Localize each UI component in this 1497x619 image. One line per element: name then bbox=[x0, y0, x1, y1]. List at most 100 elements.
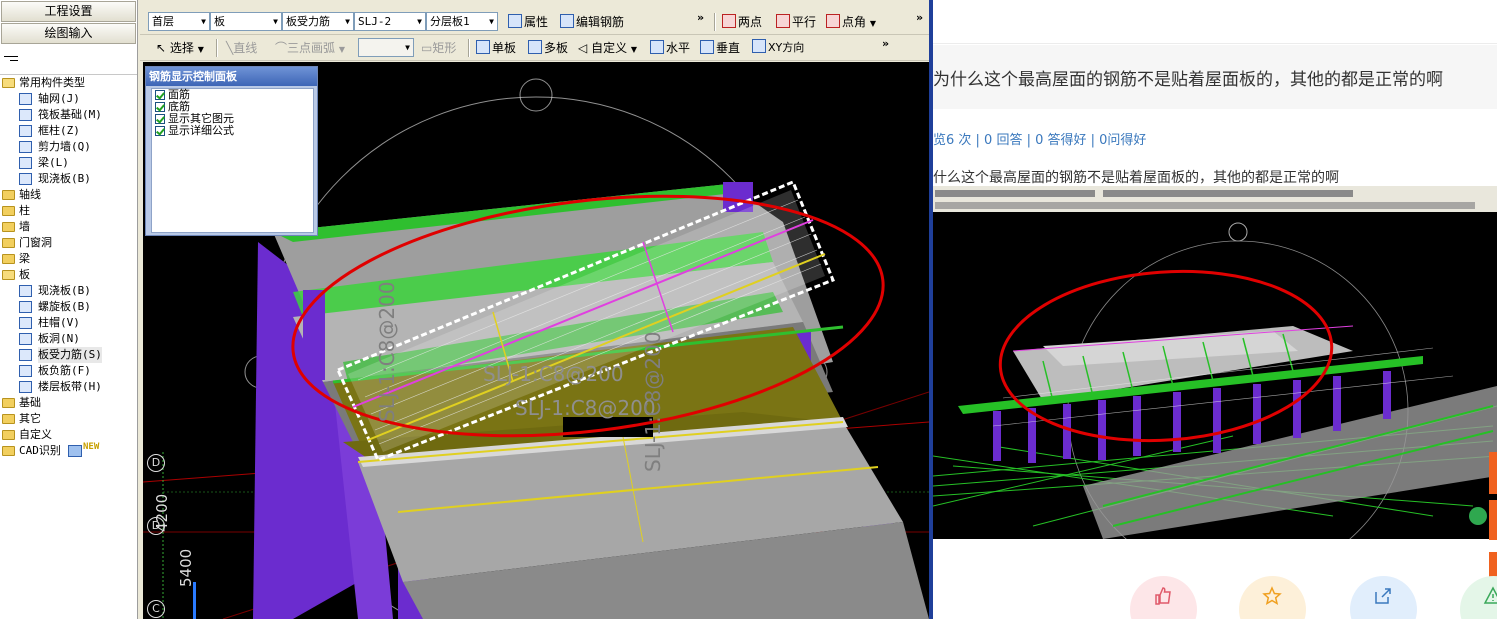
folder-icon bbox=[2, 254, 15, 264]
edit-rebar-button[interactable]: 编辑钢筋 bbox=[560, 13, 624, 31]
component-icon bbox=[19, 93, 32, 105]
question-attached-image[interactable] bbox=[933, 186, 1497, 539]
properties-label: 属性 bbox=[524, 15, 549, 29]
tree-item[interactable]: 现浇板(B) bbox=[0, 283, 137, 299]
tree-item[interactable]: 螺旋板(B) bbox=[0, 299, 137, 315]
folder-icon bbox=[2, 398, 15, 408]
tree-folder[interactable]: 常用构件类型 bbox=[0, 75, 137, 91]
component-sidebar: 工程设置 绘图输入 常用构件类型 轴网(J) 筏板基础(M) 框柱(Z) 剪力墙(Q) 梁… bbox=[0, 0, 138, 619]
tree-item-label: 板受力筋(S) bbox=[38, 347, 102, 363]
layer-select[interactable]: 分层板1 ▼ bbox=[426, 12, 498, 31]
tree-item[interactable]: 梁(L) bbox=[0, 155, 137, 171]
component-type-select[interactable]: 板 ▼ bbox=[210, 12, 282, 31]
tree-item-label: 门窗洞 bbox=[19, 236, 52, 249]
tree-item[interactable]: 筏板基础(M) bbox=[0, 107, 137, 123]
checkbox-checked-icon[interactable] bbox=[155, 126, 165, 136]
tree-item[interactable]: 板负筋(F) bbox=[0, 363, 137, 379]
collapse-tree-icon[interactable] bbox=[4, 56, 18, 62]
tree-item[interactable]: 剪力墙(Q) bbox=[0, 139, 137, 155]
tree-item[interactable]: 柱帽(V) bbox=[0, 315, 137, 331]
tree-item-label: 板负筋(F) bbox=[38, 364, 91, 377]
cad-application-window: 工程设置 绘图输入 常用构件类型 轴网(J) 筏板基础(M) 框柱(Z) 剪力墙(Q) 梁… bbox=[0, 0, 932, 619]
option-show-formula[interactable]: 显示详细公式 bbox=[152, 125, 313, 137]
tree-item-label: 螺旋板(B) bbox=[38, 300, 91, 313]
like-button[interactable] bbox=[1130, 576, 1197, 619]
tree-folder[interactable]: 其它 bbox=[0, 411, 137, 427]
star-icon bbox=[1262, 586, 1282, 606]
tree-item[interactable]: 框柱(Z) bbox=[0, 123, 137, 139]
checkbox-checked-icon[interactable] bbox=[155, 102, 165, 112]
tree-item-label: 柱 bbox=[19, 204, 30, 217]
horizontal-button[interactable]: 水平 bbox=[650, 39, 690, 57]
properties-icon bbox=[508, 14, 522, 28]
toolbar1-right-chevron-icon[interactable]: » bbox=[916, 11, 923, 24]
tree-folder[interactable]: 梁 bbox=[0, 251, 137, 267]
axis-mark: D bbox=[147, 454, 165, 472]
tree-item-label: 轴网(J) bbox=[38, 92, 80, 105]
properties-button[interactable]: 属性 bbox=[508, 13, 548, 31]
tree-item[interactable]: 楼层板带(H) bbox=[0, 379, 137, 395]
tree-folder[interactable]: 基础 bbox=[0, 395, 137, 411]
toolbar1-overflow-chevron-icon[interactable]: » bbox=[697, 11, 704, 24]
folder-icon bbox=[2, 270, 15, 280]
dropdown-arrow-icon: ▼ bbox=[869, 19, 876, 28]
checkbox-checked-icon[interactable] bbox=[155, 114, 165, 124]
line-label: 直线 bbox=[233, 41, 258, 55]
arc-option-select[interactable]: ▼ bbox=[358, 38, 414, 57]
share-button[interactable] bbox=[1350, 576, 1417, 619]
tree-item[interactable]: 现浇板(B) bbox=[0, 171, 137, 187]
tree-folder[interactable]: 轴线 bbox=[0, 187, 137, 203]
parallel-button[interactable]: 平行 bbox=[776, 13, 816, 31]
line-tool-button[interactable]: ╲直线 bbox=[226, 39, 257, 57]
two-points-button[interactable]: 两点 bbox=[722, 13, 762, 31]
tree-folder[interactable]: 墙 bbox=[0, 219, 137, 235]
page-header bbox=[933, 0, 1497, 44]
xy-direction-button[interactable]: XY方向 bbox=[752, 39, 804, 57]
custom-button[interactable]: ◁ 自定义 ▼ bbox=[578, 39, 637, 57]
rect-label: 矩形 bbox=[432, 41, 457, 55]
tree-folder[interactable]: 门窗洞 bbox=[0, 235, 137, 251]
attached-screenshot bbox=[933, 186, 1497, 539]
side-float-button[interactable] bbox=[1489, 452, 1497, 494]
tree-folder[interactable]: 自定义 bbox=[0, 427, 137, 443]
rect-tool-button[interactable]: ▭矩形 bbox=[421, 39, 456, 57]
rebar-display-control-panel: 钢筋显示控制面板 面筋 底筋 显示其它图元 显示详细公式 bbox=[145, 66, 318, 236]
drawing-input-button[interactable]: 绘图输入 bbox=[1, 23, 136, 44]
tree-item-label: 基础 bbox=[19, 396, 41, 409]
point-angle-button[interactable]: 点角 ▼ bbox=[826, 13, 876, 31]
component-name-select[interactable]: SLJ-2 ▼ bbox=[354, 12, 426, 31]
axis-arrow-icon bbox=[193, 582, 196, 619]
component-icon bbox=[19, 333, 32, 345]
folder-icon bbox=[2, 190, 15, 200]
favorite-button[interactable] bbox=[1239, 576, 1306, 619]
tree-folder[interactable]: 板 bbox=[0, 267, 137, 283]
rebar-label: SLJ-1:C8@200 bbox=[515, 396, 656, 420]
multi-slab-button[interactable]: 多板 bbox=[528, 39, 568, 57]
tree-item[interactable]: 板洞(N) bbox=[0, 331, 137, 347]
tree-folder[interactable]: CAD识别 NEW bbox=[0, 442, 137, 459]
tree-item[interactable]: 轴网(J) bbox=[0, 91, 137, 107]
folder-icon bbox=[2, 78, 15, 88]
tree-item[interactable]: 板受力筋(S) bbox=[0, 347, 137, 363]
folder-icon bbox=[2, 206, 15, 216]
toolbar-separator bbox=[468, 39, 470, 57]
question-stats[interactable]: 览6 次 | 0 回答 | 0 答得好 | 0问得好 bbox=[933, 129, 1146, 148]
single-slab-button[interactable]: 单板 bbox=[476, 39, 516, 57]
vertical-button[interactable]: 垂直 bbox=[700, 39, 740, 57]
two-points-label: 两点 bbox=[738, 15, 763, 29]
select-tool-button[interactable]: ↖ 选择 ▼ bbox=[156, 39, 204, 57]
component-subtype-select[interactable]: 板受力筋 ▼ bbox=[282, 12, 354, 31]
component-icon bbox=[19, 125, 32, 137]
arc-tool-button[interactable]: ⌒三点画弧 ▼ bbox=[275, 39, 345, 57]
component-icon bbox=[19, 301, 32, 313]
floor-select[interactable]: 首层 ▼ bbox=[148, 12, 210, 31]
report-button[interactable] bbox=[1460, 576, 1497, 619]
tree-folder[interactable]: 柱 bbox=[0, 203, 137, 219]
multi-slab-icon bbox=[528, 40, 542, 54]
component-tree: 常用构件类型 轴网(J) 筏板基础(M) 框柱(Z) 剪力墙(Q) 梁(L) 现浇板(B) 轴… bbox=[0, 74, 137, 459]
project-settings-button[interactable]: 工程设置 bbox=[1, 1, 136, 22]
tree-item-label: 现浇板(B) bbox=[38, 172, 91, 185]
toolbar2-overflow-chevron-icon[interactable]: » bbox=[882, 37, 889, 50]
side-float-button[interactable] bbox=[1489, 500, 1497, 540]
checkbox-checked-icon[interactable] bbox=[155, 90, 165, 100]
